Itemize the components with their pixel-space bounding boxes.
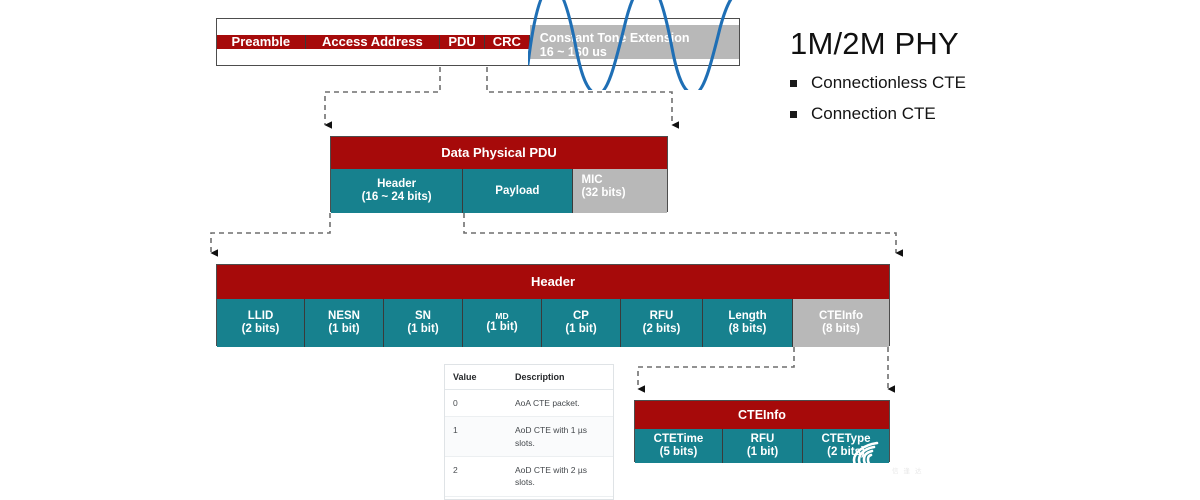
packet-cell-access-address[interactable]: Access Address	[305, 34, 441, 50]
header-field-cteinfo-label: CTEInfo	[818, 310, 864, 323]
header-field-rfu-size: (2 bits)	[642, 323, 681, 335]
header-field-length[interactable]: Length (8 bits)	[703, 299, 793, 347]
rf-star-logo: RF-star 信逢达	[846, 438, 958, 487]
phy-panel: 1M/2M PHY Connectionless CTE Connection …	[790, 26, 1120, 124]
table-row: 2 AoD CTE with 2 µs slots.	[445, 456, 613, 497]
header-field-sn-size: (1 bit)	[407, 323, 439, 335]
packet-cell-pdu[interactable]: PDU	[440, 34, 485, 50]
phy-bullet-label: Connection CTE	[811, 104, 936, 123]
pdu-field-header[interactable]: Header (16 ~ 24 bits)	[331, 169, 464, 213]
header-field-md[interactable]: MD (1 bit)	[463, 299, 542, 347]
cell-value: 2	[445, 456, 507, 497]
cteinfo-block-title: CTEInfo	[635, 401, 889, 429]
header-field-length-size: (8 bits)	[728, 323, 767, 335]
pdu-field-header-label: Header	[377, 178, 417, 191]
phy-bullet-item: Connection CTE	[790, 104, 1120, 124]
cell-description: AoD CTE with 2 µs slots.	[507, 456, 613, 497]
packet-cell-crc[interactable]: CRC	[484, 34, 530, 50]
header-field-length-label: Length	[728, 310, 767, 323]
header-field-nesn[interactable]: NESN (1 bit)	[305, 299, 384, 347]
cteinfo-field-ctetime-size: (5 bits)	[659, 446, 698, 458]
cteinfo-field-rfu[interactable]: RFU (1 bit)	[723, 429, 803, 463]
column-header-description: Description	[507, 365, 613, 390]
header-field-llid-label: LLID	[247, 310, 274, 323]
phy-title: 1M/2M PHY	[790, 26, 959, 61]
header-field-cp-size: (1 bit)	[565, 323, 597, 335]
header-field-cteinfo-size: (8 bits)	[822, 323, 860, 335]
pdu-block-title: Data Physical PDU	[331, 137, 667, 169]
pdu-field-row: Header (16 ~ 24 bits) Payload MIC (32 bi…	[331, 169, 667, 213]
rf-star-subtext: 信逢达	[892, 467, 927, 475]
pdu-field-header-size: (16 ~ 24 bits)	[361, 191, 432, 203]
table-header-row: Value Description	[445, 365, 613, 390]
header-field-nesn-label: NESN	[328, 310, 360, 323]
table-row: 1 AoD CTE with 1 µs slots.	[445, 416, 613, 457]
pdu-field-payload[interactable]: Payload	[463, 169, 573, 213]
slide-canvas: Preamble Access Address PDU CRC Constant…	[0, 0, 1200, 500]
header-block: Header LLID (2 bits) NESN (1 bit) SN (1 …	[216, 264, 890, 347]
header-field-row: LLID (2 bits) NESN (1 bit) SN (1 bit) MD…	[217, 299, 889, 347]
header-field-sn-label: SN	[415, 310, 431, 323]
bullet-square-icon	[790, 110, 797, 118]
cteinfo-field-ctetime[interactable]: CTETime (5 bits)	[635, 429, 723, 463]
data-physical-pdu-block: Data Physical PDU Header (16 ~ 24 bits) …	[330, 136, 668, 213]
header-field-rfu[interactable]: RFU (2 bits)	[621, 299, 703, 347]
header-field-llid-size: (2 bits)	[241, 323, 280, 335]
cteinfo-field-ctetime-label: CTETime	[653, 433, 704, 446]
header-field-llid[interactable]: LLID (2 bits)	[217, 299, 305, 347]
header-field-cp-label: CP	[573, 310, 589, 323]
header-field-cp[interactable]: CP (1 bit)	[542, 299, 621, 347]
rf-star-arcs-icon	[852, 441, 879, 477]
constant-tone-sine-wave	[528, 0, 733, 90]
cell-value: 1	[445, 416, 507, 457]
header-field-md-label: MD	[495, 310, 509, 321]
pdu-field-mic[interactable]: MIC (32 bits)	[572, 169, 667, 213]
header-field-cteinfo[interactable]: CTEInfo (8 bits)	[793, 299, 889, 347]
packet-cell-preamble[interactable]: Preamble	[217, 34, 306, 50]
column-header-value: Value	[445, 365, 507, 390]
phy-bullet-label: Connectionless CTE	[811, 73, 966, 92]
pdu-field-payload-label: Payload	[495, 184, 540, 197]
bullet-square-icon	[790, 79, 797, 87]
cell-description: AoA CTE packet.	[507, 389, 613, 418]
phy-bullet-item: Connectionless CTE	[790, 73, 1120, 93]
cteinfo-field-rfu-size: (1 bit)	[746, 446, 779, 458]
header-field-rfu-label: RFU	[649, 310, 674, 323]
cte-type-value-table: Value Description 0 AoA CTE packet. 1 Ao…	[444, 364, 614, 500]
cteinfo-field-rfu-label: RFU	[750, 433, 775, 446]
header-field-sn[interactable]: SN (1 bit)	[384, 299, 463, 347]
cell-description: AoD CTE with 1 µs slots.	[507, 416, 613, 457]
pdu-field-mic-size: (32 bits)	[581, 186, 626, 199]
table-row: 0 AoA CTE packet.	[445, 389, 613, 418]
pdu-field-mic-label: MIC	[581, 174, 603, 186]
header-field-nesn-size: (1 bit)	[328, 323, 360, 335]
header-block-title: Header	[217, 265, 889, 299]
header-field-md-size: (1 bit)	[486, 321, 518, 334]
cell-value: 0	[445, 389, 507, 418]
